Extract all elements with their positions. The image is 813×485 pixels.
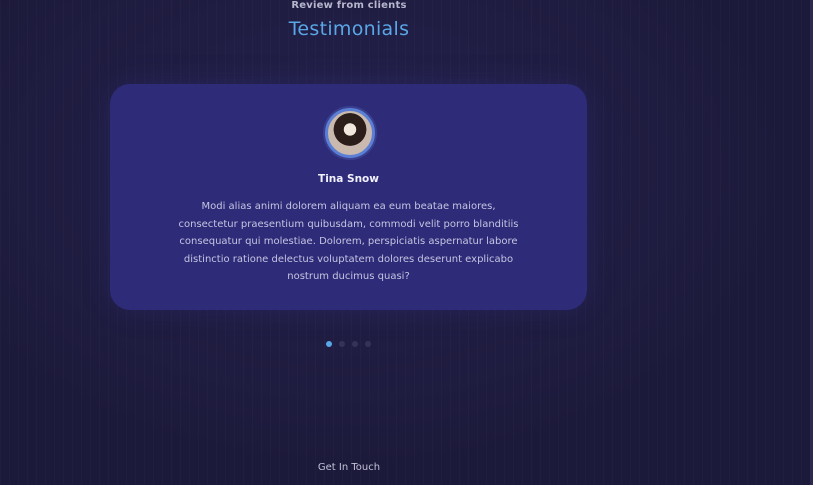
client-name: Tina Snow — [318, 173, 379, 185]
carousel-pagination — [326, 341, 371, 347]
get-in-touch-link[interactable]: Get In Touch — [0, 462, 698, 473]
carousel-dot-2[interactable] — [339, 341, 345, 347]
section-title: Testimonials — [288, 18, 410, 40]
section-subtitle: Review from clients — [291, 0, 407, 11]
client-avatar — [325, 108, 375, 158]
carousel-dot-4[interactable] — [365, 341, 371, 347]
testimonial-quote: Modi alias animi dolorem aliquam ea eum … — [178, 201, 519, 282]
testimonial-card: Tina Snow Modi alias animi dolorem aliqu… — [110, 84, 587, 310]
carousel-dot-1[interactable] — [326, 341, 332, 347]
carousel-dot-3[interactable] — [352, 341, 358, 347]
